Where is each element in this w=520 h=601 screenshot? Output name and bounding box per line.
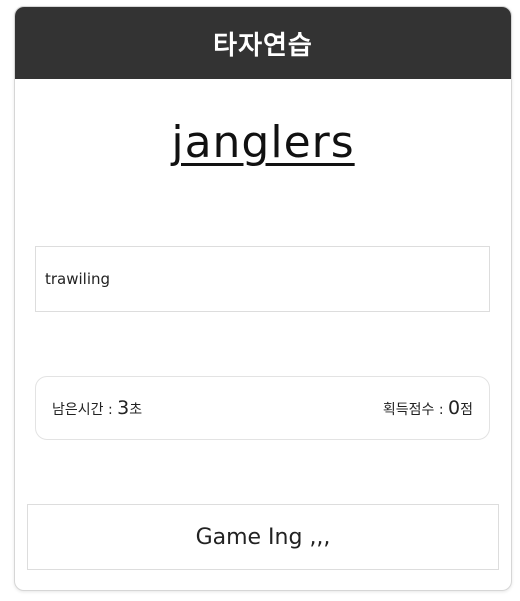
score: 획득점수 : 0점 [383,397,473,419]
time-remaining: 남은시간 : 3초 [52,397,142,419]
status-panel: 남은시간 : 3초 획득점수 : 0점 [35,376,490,440]
time-unit: 초 [129,402,143,418]
typing-practice-card: 타자연습 janglers 남은시간 : 3초 획득점수 : 0점 Game I… [14,6,512,591]
game-status-button[interactable]: Game Ing ,,, [27,504,499,570]
score-unit: 점 [460,402,473,418]
app-header: 타자연습 [15,7,511,79]
app-title: 타자연습 [213,30,313,61]
score-label: 획득점수 : [382,402,449,418]
time-label: 남은시간 : [52,402,118,418]
typing-input[interactable] [35,246,490,312]
target-word: janglers [171,117,355,168]
score-value: 0 [448,397,461,419]
time-value: 3 [117,397,130,419]
